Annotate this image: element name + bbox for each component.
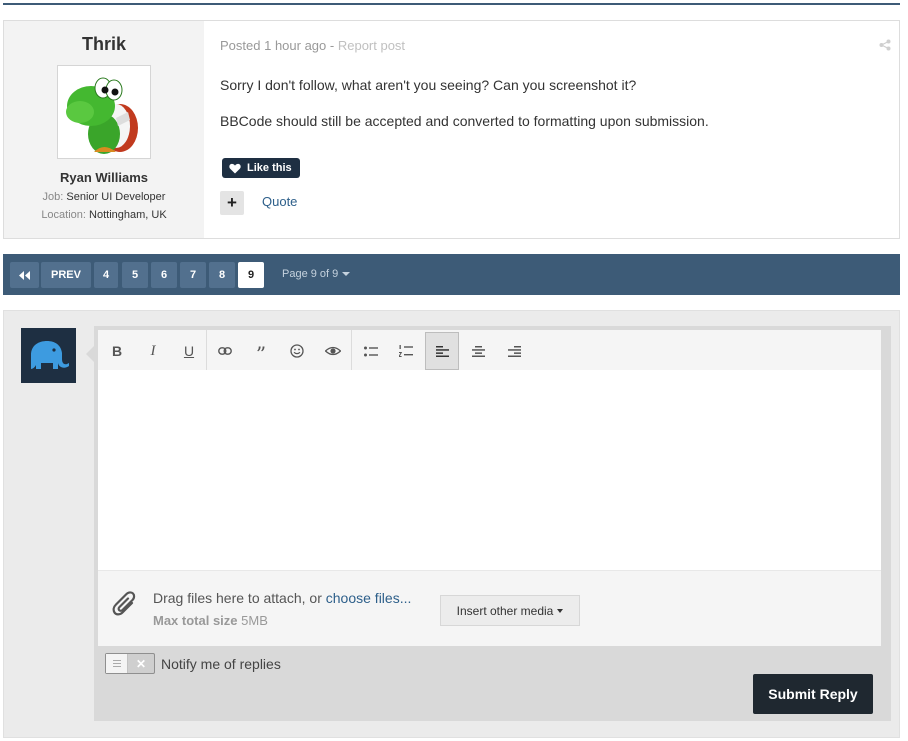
location-label: Location: bbox=[41, 209, 86, 221]
double-chevron-left-icon bbox=[19, 270, 30, 280]
emoji-icon[interactable] bbox=[280, 332, 314, 370]
multiquote-add-button[interactable]: + bbox=[220, 191, 244, 215]
forum-post: Thrik Ryan Williams Job: Senior UI Devel… bbox=[3, 20, 900, 239]
toolbar-separator bbox=[206, 330, 207, 370]
page-button-9-current[interactable]: 9 bbox=[238, 262, 264, 288]
report-post-link[interactable]: Report post bbox=[338, 38, 405, 53]
page-button-5[interactable]: 5 bbox=[122, 262, 148, 288]
author-location: Location: Nottingham, UK bbox=[4, 209, 204, 221]
prev-page-button[interactable]: PREV bbox=[41, 262, 91, 288]
align-left-icon[interactable] bbox=[425, 332, 459, 370]
submit-reply-button[interactable]: Submit Reply bbox=[753, 674, 873, 714]
caret-down-icon bbox=[557, 608, 564, 613]
editor-text-area[interactable] bbox=[98, 370, 881, 570]
notify-toggle[interactable]: ✕ bbox=[105, 653, 155, 674]
pagination-bar: PREV 4 5 6 7 8 9 Page 9 of 9 bbox=[3, 254, 900, 295]
choose-files-link[interactable]: choose files... bbox=[326, 590, 412, 606]
post-body: Posted 1 hour ago - Report post Sorry I … bbox=[220, 21, 899, 238]
insert-media-button[interactable]: Insert other media bbox=[440, 595, 580, 626]
attachment-dropzone[interactable]: Drag files here to attach, or choose fil… bbox=[98, 570, 881, 646]
page-button-6[interactable]: 6 bbox=[151, 262, 177, 288]
post-timestamp[interactable]: 1 hour ago bbox=[264, 38, 326, 53]
editor-container: B I U ” Drag files here to attach, or ch… bbox=[94, 326, 891, 721]
numbered-list-icon[interactable] bbox=[389, 332, 423, 370]
share-icon[interactable] bbox=[879, 39, 891, 51]
underline-icon[interactable]: U bbox=[172, 332, 206, 370]
post-paragraph-1: Sorry I don't follow, what aren't you se… bbox=[220, 77, 637, 93]
page-button-8[interactable]: 8 bbox=[209, 262, 235, 288]
max-size-label: Max total size bbox=[153, 613, 238, 628]
quote-button[interactable]: Quote bbox=[262, 194, 297, 209]
bold-icon[interactable]: B bbox=[100, 332, 134, 370]
toggle-handle bbox=[106, 654, 128, 673]
grip-lines-icon bbox=[112, 660, 121, 667]
author-panel: Thrik Ryan Williams Job: Senior UI Devel… bbox=[4, 21, 204, 238]
notify-option: ✕ Notify me of replies bbox=[105, 653, 281, 674]
like-button[interactable]: Like this bbox=[222, 158, 300, 178]
preview-eye-icon[interactable] bbox=[316, 332, 350, 370]
page-of-label: Page 9 of 9 bbox=[282, 268, 339, 280]
link-icon[interactable] bbox=[208, 332, 242, 370]
job-label: Job: bbox=[42, 191, 64, 203]
author-real-name: Ryan Williams bbox=[59, 170, 149, 185]
author-username[interactable]: Thrik bbox=[4, 34, 204, 55]
rich-text-editor: B I U ” Drag files here to attach, or ch… bbox=[98, 330, 881, 646]
elephant-icon bbox=[30, 340, 69, 369]
page-jump-dropdown[interactable]: Page 9 of 9 bbox=[282, 268, 351, 280]
editor-toolbar: B I U ” bbox=[98, 330, 881, 370]
max-size-info: Max total size 5MB bbox=[153, 613, 268, 628]
post-meta: Posted 1 hour ago - Report post bbox=[220, 38, 405, 53]
author-job: Job: Senior UI Developer bbox=[4, 191, 204, 203]
post-paragraph-2: BBCode should still be accepted and conv… bbox=[220, 113, 709, 129]
quote-icon[interactable]: ” bbox=[244, 332, 278, 370]
current-user-avatar bbox=[21, 328, 76, 383]
location-value: Nottingham, UK bbox=[89, 209, 167, 221]
posted-prefix: Posted bbox=[220, 38, 261, 53]
bullet-list-icon[interactable] bbox=[354, 332, 388, 370]
max-size-value: 5MB bbox=[241, 613, 268, 628]
meta-separator: - bbox=[326, 38, 338, 53]
top-divider bbox=[3, 3, 900, 5]
job-value: Senior UI Developer bbox=[66, 191, 166, 203]
align-right-icon[interactable] bbox=[497, 332, 531, 370]
author-avatar[interactable] bbox=[57, 65, 151, 159]
first-page-button[interactable] bbox=[10, 262, 39, 288]
heart-icon bbox=[229, 163, 241, 173]
like-label: Like this bbox=[247, 162, 292, 174]
italic-icon[interactable]: I bbox=[136, 332, 170, 370]
attach-text: Drag files here to attach, or bbox=[153, 590, 326, 606]
page-button-4[interactable]: 4 bbox=[94, 262, 118, 288]
attach-instructions: Drag files here to attach, or choose fil… bbox=[153, 590, 411, 606]
page-button-7[interactable]: 7 bbox=[180, 262, 206, 288]
toolbar-separator bbox=[351, 330, 352, 370]
paperclip-icon bbox=[112, 591, 136, 616]
yoshi-avatar-image bbox=[58, 66, 150, 158]
toggle-off-x-icon: ✕ bbox=[135, 656, 147, 671]
notify-label: Notify me of replies bbox=[161, 655, 281, 672]
caret-down-icon bbox=[342, 272, 351, 277]
insert-media-label: Insert other media bbox=[456, 603, 554, 618]
align-center-icon[interactable] bbox=[461, 332, 495, 370]
reply-form: B I U ” Drag files here to attach, or ch… bbox=[3, 310, 900, 738]
